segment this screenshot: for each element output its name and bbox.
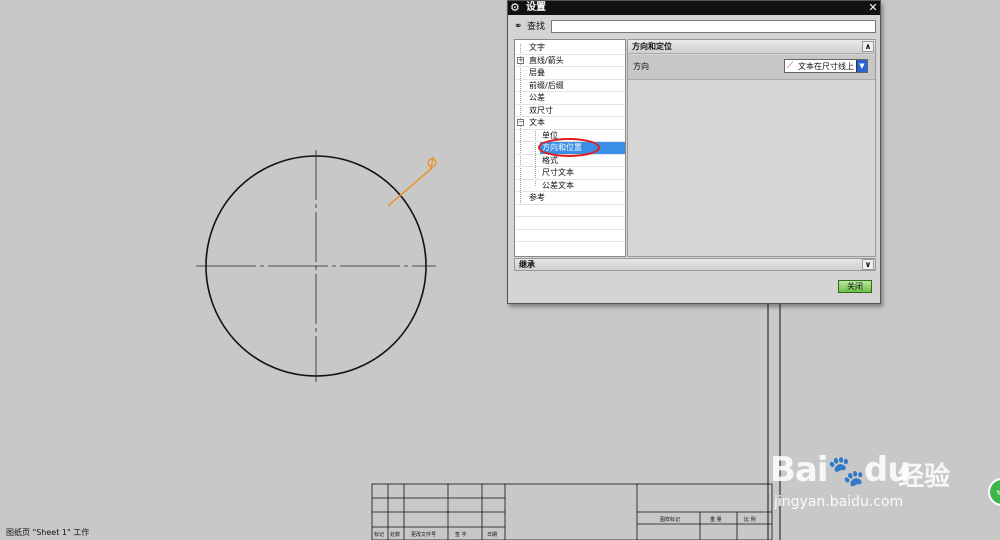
find-row: ⚭ 查找: [514, 20, 876, 34]
inherit-title: 继承: [519, 260, 535, 269]
chevron-down-icon[interactable]: ▼: [856, 60, 867, 72]
tree-item-text-group[interactable]: − 文本: [515, 117, 625, 130]
title-block-label-drawing-mark: 图样标记: [660, 517, 681, 523]
collapse-icon[interactable]: −: [517, 119, 524, 126]
watermark-url: jingyan.baidu.com: [774, 494, 904, 510]
dialog-titlebar[interactable]: ⚙ 设置 ✕: [508, 1, 880, 15]
tree-item-reference[interactable]: 参考: [515, 192, 625, 205]
chevron-down-icon[interactable]: ∨: [862, 259, 874, 270]
direction-label: 方向: [633, 62, 649, 71]
settings-tree: 文字 + 直线/箭头 层叠 前缀/后缀 公差 双尺寸 − 文本 单位 方向和位置 格…: [514, 39, 626, 257]
title-block-label-date: 日期: [487, 532, 498, 538]
expand-icon[interactable]: +: [517, 56, 524, 64]
tree-item-tolerance-text[interactable]: 公差文本: [515, 180, 625, 192]
title-block-label-change-doc: 更改文件号: [411, 532, 437, 538]
tree-item-stack[interactable]: 层叠: [515, 67, 625, 80]
title-block-label-weight: 重 量: [710, 517, 722, 523]
baidu-watermark: Bai🐾du 经验 jingyan.baidu.com: [770, 436, 990, 526]
status-bar: 图纸页 "Sheet 1" 工作: [6, 528, 90, 537]
close-button[interactable]: 关闭: [838, 280, 872, 293]
tree-item-prefix-suffix[interactable]: 前缀/后缀: [515, 80, 625, 92]
tree-item-line-arrow[interactable]: + 直线/箭头: [515, 55, 625, 67]
dimension-leader[interactable]: [387, 167, 433, 207]
find-input[interactable]: [551, 20, 876, 33]
group-title: 方向和定位: [632, 42, 672, 51]
settings-dialog: ⚙ 设置 ✕ ⚭ 查找 文字 + 直线/箭头 层叠 前缀/后缀 公差 双尺寸 − 文…: [507, 0, 881, 304]
watermark-cn: 经验: [898, 462, 951, 492]
title-block-label-mark: 标记: [374, 532, 385, 538]
tree-empty-row: [515, 230, 625, 242]
watermark-brand: Bai🐾du: [770, 450, 911, 490]
direction-value: 文本在尺寸线上: [798, 62, 854, 71]
direction-row: 方向 ⟋ 文本在尺寸线上 ▼: [628, 55, 875, 80]
title-block-label-sign: 签 字: [455, 532, 467, 538]
direction-select[interactable]: ⟋ 文本在尺寸线上 ▼: [784, 59, 868, 73]
close-icon[interactable]: ✕: [867, 2, 879, 14]
tree-item-tolerance[interactable]: 公差: [515, 92, 625, 105]
tree-item-dimension-text[interactable]: 尺寸文本: [515, 167, 625, 180]
dialog-title: 设置: [526, 2, 546, 13]
properties-panel: 方向和定位 ∧ 方向 ⟋ 文本在尺寸线上 ▼: [627, 39, 876, 257]
tree-empty-row: [515, 217, 625, 230]
dimension-symbol: [427, 156, 437, 170]
find-label: 查找: [527, 22, 546, 32]
gear-icon: ⚙: [510, 1, 520, 14]
title-block-label-scale: 比 例: [744, 517, 756, 523]
chevron-up-icon[interactable]: ∧: [862, 41, 874, 52]
group-header-orientation[interactable]: 方向和定位 ∧: [628, 40, 875, 54]
title-block-label-count: 处数: [390, 532, 401, 538]
tree-item-text[interactable]: 文字: [515, 42, 625, 55]
inherit-group-header[interactable]: 继承 ∨: [514, 258, 876, 271]
annotation-highlight-oval: [538, 138, 600, 157]
text-on-dimension-icon: ⟋: [787, 61, 794, 71]
tree-empty-row: [515, 205, 625, 217]
tree-item-dual-dimension[interactable]: 双尺寸: [515, 105, 625, 117]
binoculars-icon: ⚭: [514, 21, 523, 32]
